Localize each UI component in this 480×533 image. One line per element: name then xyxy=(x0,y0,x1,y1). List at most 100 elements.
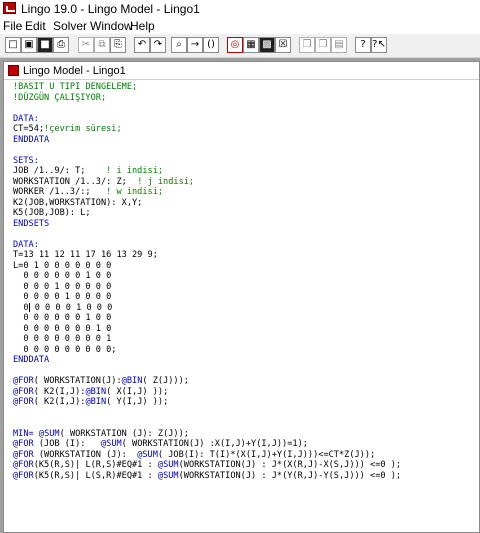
code-line: 0 0 0 1 0 0 0 0 0 xyxy=(13,282,478,293)
new-icon[interactable]: □ xyxy=(5,37,21,53)
code-text: 0 xyxy=(13,302,29,313)
model-window-titlebar[interactable]: Lingo Model - Lingo1 xyxy=(4,62,479,80)
code-keyword: @BIN xyxy=(85,397,107,407)
code-text: ( X(I,J) )); xyxy=(106,386,169,397)
code-text: (WORKSTATION (J): xyxy=(33,449,138,460)
code-text: (WORKSTATION(J) : J*(X(R,J)-X(S,J))) <=0… xyxy=(178,460,402,470)
menu-edit[interactable]: Edit xyxy=(25,19,46,33)
code-text: 0 0 0 0 0 0 0 0 1 xyxy=(13,334,112,344)
code-text: ( WORKSTATION(J): xyxy=(33,376,122,386)
print-icon[interactable]: ⎙ xyxy=(53,37,69,53)
cut-icon[interactable]: ✂ xyxy=(78,37,94,53)
goto-line-icon[interactable]: → xyxy=(187,37,203,53)
title-bar: Lingo 19.0 - Lingo Model - Lingo1 xyxy=(0,0,480,17)
code-keyword: @FOR xyxy=(13,470,34,481)
code-keyword: ENDDATA xyxy=(13,134,50,145)
undo-icon[interactable]: ↶ xyxy=(134,37,150,53)
model-window-title: Lingo Model - Lingo1 xyxy=(23,65,126,77)
code-text: ( WORKSTATION(J) :X(I,J)+Y(I,J))=1); xyxy=(121,439,308,449)
options-icon[interactable]: ☒ xyxy=(275,37,291,53)
save-icon[interactable]: ■ xyxy=(37,37,53,53)
close-all-icon[interactable]: ❐ xyxy=(315,37,331,53)
code-line: @FOR(K5(R,S)| L(R,S)#EQ#1 : @SUM(WORKSTA… xyxy=(13,460,478,471)
code-line: K2(JOB,WORKSTATION): X,Y; xyxy=(13,198,478,209)
menu-help[interactable]: Help xyxy=(130,19,155,33)
code-line: ENDDATA xyxy=(13,355,478,366)
code-comment: !çevrim süresi; xyxy=(44,124,122,134)
open-icon[interactable]: ▣ xyxy=(21,37,37,53)
code-editor[interactable]: !BASİT U TİPİ DENGELEME; !DÜZGÜN ÇALIŞIYO… xyxy=(13,82,478,532)
help-icon[interactable]: ? xyxy=(355,37,371,53)
code-text: 0 0 0 0 0 0 0 0 0; xyxy=(13,344,117,355)
code-keyword: MIN= xyxy=(13,428,34,439)
code-comment: !DÜZGÜN ÇALIŞIYOR; xyxy=(13,92,107,103)
code-text: (JOB (I): xyxy=(33,439,101,449)
lingo-app-icon[interactable] xyxy=(3,2,16,14)
code-text: ( JOB(I): T(I)*(X(I,J)+Y(I,J)))<=CT*Z(J)… xyxy=(157,449,376,460)
code-keyword: @BIN xyxy=(85,386,107,397)
code-line: L=0 1 0 0 0 0 0 0 0 xyxy=(13,261,478,272)
solution-icon[interactable]: ▦ xyxy=(243,37,259,53)
code-line: @FOR(K5(R,S)| L(S,R)#EQ#1 : @SUM(WORKSTA… xyxy=(13,471,478,482)
context-help-icon[interactable]: ?↖ xyxy=(371,37,387,53)
code-line: SETS: xyxy=(13,156,478,167)
code-keyword: @SUM xyxy=(157,460,179,470)
model-window: Lingo Model - Lingo1 !BASİT U TİPİ DENGE… xyxy=(3,61,480,533)
code-text: 0 0 0 0 1 0 0 0 0 xyxy=(13,292,112,302)
code-line: CT=54;!çevrim süresi; xyxy=(13,124,478,135)
code-keyword: ENDDATA xyxy=(13,355,50,365)
send-to-back-icon[interactable]: ❐ xyxy=(299,37,315,53)
code-text: 0 0 0 0 0 0 0 1 0 xyxy=(13,323,112,334)
code-keyword: @SUM xyxy=(137,449,158,460)
find-icon[interactable]: ⌕ xyxy=(171,37,187,53)
code-text: ( Z(J))); xyxy=(142,376,189,386)
copy-icon[interactable]: ⧉ xyxy=(94,37,110,53)
code-text: 0 0 0 0 0 0 1 0 0 xyxy=(13,313,112,323)
code-line: 0 0 0 0 0 0 1 0 0 xyxy=(13,271,478,282)
code-line: WORKSTATION /1..3/: Z; ! j indisi; xyxy=(13,177,478,188)
paste-icon[interactable]: ⎘ xyxy=(110,37,126,53)
code-line: WORKER /1..3/:; ! w indisi; xyxy=(13,187,478,198)
code-keyword: DATA: xyxy=(13,113,39,124)
menu-solver[interactable]: Solver xyxy=(53,19,87,33)
menu-bar: File Edit Solver Window Help xyxy=(0,17,480,34)
toolbar: □ ▣ ■ ⎙ ✂ ⧉ ⎘ ↶ ↷ ⌕ →() ◎ ▦ ▩ ☒ ❐ ❐ ▤? ?↖ xyxy=(0,34,480,58)
redo-icon[interactable]: ↷ xyxy=(150,37,166,53)
code-text: (WORKSTATION(J) : J*(Y(R,J)-Y(S,J))) <=0… xyxy=(178,470,402,481)
code-text: ( K2(I,J): xyxy=(33,397,86,407)
code-line: 0 0 0 0 0 1 0 0 0 xyxy=(13,302,478,314)
matrix-picture-icon[interactable]: ▩ xyxy=(259,37,275,53)
code-line: 0 0 0 0 1 0 0 0 0 xyxy=(13,292,478,303)
code-line: ENDDATA xyxy=(13,135,478,146)
code-text: 0 0 0 0 1 0 0 0 xyxy=(29,302,113,313)
match-parenthesis-icon[interactable]: () xyxy=(203,37,219,53)
code-text: ( WORKSTATION (J): Z(J)); xyxy=(59,428,189,439)
code-keyword: @SUM xyxy=(157,470,179,481)
code-text: CT=54; xyxy=(13,124,45,134)
code-text: JOB /1..9/: T; xyxy=(13,166,107,176)
code-line: @FOR( WORKSTATION(J):@BIN( Z(J))); xyxy=(13,376,478,387)
code-text: (K5(R,S)| L(S,R)#EQ#1 : xyxy=(33,470,158,481)
solve-icon[interactable]: ◎ xyxy=(227,37,243,53)
code-line: MIN= @SUM( WORKSTATION (J): Z(J)); xyxy=(13,429,478,440)
code-text: K2(JOB,WORKSTATION): X,Y; xyxy=(13,197,143,208)
code-text: WORKER /1..3/:; xyxy=(13,187,107,197)
code-text: K5(JOB,JOB): L; xyxy=(13,208,91,218)
menu-file[interactable]: File xyxy=(3,19,22,33)
code-keyword: @SUM xyxy=(100,439,122,449)
code-keyword: @FOR xyxy=(13,376,34,386)
code-line: @FOR( K2(I,J):@BIN( X(I,J) )); xyxy=(13,387,478,398)
code-line: DATA: xyxy=(13,240,478,251)
menu-window[interactable]: Window xyxy=(90,19,133,33)
code-line: @FOR( K2(I,J):@BIN( Y(I,J) )); xyxy=(13,397,478,408)
code-keyword: SETS: xyxy=(13,155,39,166)
code-keyword: DATA: xyxy=(13,239,39,250)
code-line: DATA: xyxy=(13,114,478,125)
tile-icon[interactable]: ▤ xyxy=(331,37,347,53)
code-keyword: @FOR xyxy=(13,397,34,407)
